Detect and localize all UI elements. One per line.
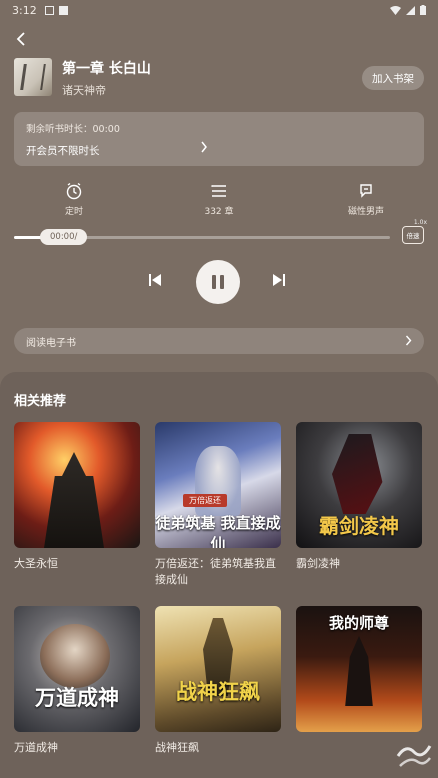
battery-icon (420, 5, 426, 15)
vip-card[interactable]: 剩余听书时长：00:00 开会员不限时长 (14, 112, 424, 166)
progress-time[interactable]: 00:00/ (40, 229, 88, 245)
cover-banner: 万倍返还 (183, 494, 227, 507)
skip-previous-icon (149, 274, 161, 286)
book-cover[interactable] (14, 422, 140, 548)
book-name: 万倍返还：徒弟筑基我直接成仙 (155, 557, 276, 586)
skip-next-icon (273, 274, 285, 286)
watermark-icon (396, 745, 432, 767)
chapter-title: 第一章 长白山 (62, 61, 151, 77)
book-card[interactable]: 大圣永恒 (14, 422, 140, 572)
speed-button[interactable]: 倍速 1.0x (402, 219, 427, 244)
book-header: 第一章 长白山 诸天神帝 加入书架 (14, 58, 424, 98)
book-cover[interactable]: 万道成神 (14, 606, 140, 732)
signal-icon (406, 5, 415, 15)
book-card[interactable]: 万道成神 万道成神 (14, 606, 140, 756)
book-name: 万道成神 (14, 741, 58, 754)
cover-title: 霸剑凌神 (319, 514, 399, 538)
book-card[interactable]: 霸剑凌神 霸剑凌神 (296, 422, 422, 572)
back-button[interactable] (10, 28, 32, 50)
next-button[interactable] (272, 272, 286, 291)
book-cover[interactable]: 霸剑凌神 (296, 422, 422, 548)
chevron-left-icon (16, 32, 25, 46)
player-options: 定时 332 章 磁性男声 (14, 182, 424, 218)
notification-icon (44, 5, 54, 15)
wifi-icon (390, 5, 401, 15)
book-card[interactable]: 我的师尊 (296, 606, 422, 740)
chapters-button[interactable]: 332 章 (189, 182, 249, 217)
cover-title: 我的师尊 (328, 614, 389, 632)
recommendations-title: 相关推荐 (14, 394, 67, 409)
timer-icon (66, 182, 82, 200)
notification-square-icon (58, 5, 68, 15)
previous-button[interactable] (148, 272, 162, 291)
chevron-right-icon (405, 335, 412, 346)
list-icon (211, 185, 226, 197)
voice-button[interactable]: 磁性男声 (336, 182, 396, 217)
open-membership-link[interactable]: 开会员不限时长 (26, 143, 100, 158)
cover-title: 战神狂飙 (176, 679, 260, 704)
book-card[interactable]: 战神狂飙 战神狂飙 (155, 606, 281, 756)
book-cover[interactable]: 万倍返还 徒弟筑基 我直接成仙 (155, 422, 281, 548)
book-cover-thumbnail (14, 58, 52, 96)
recommendations-panel: 相关推荐 大圣永恒 万倍返还 徒弟筑基 我直接成仙 万倍返还：徒弟筑基我直接成仙… (0, 372, 438, 778)
voice-label: 磁性男声 (347, 207, 384, 217)
pause-button[interactable] (196, 260, 240, 304)
timer-label: 定时 (64, 207, 83, 217)
playback-controls (0, 258, 438, 306)
book-name: 大圣永恒 (14, 557, 58, 570)
cover-title: 徒弟筑基 我直接成仙 (155, 514, 281, 548)
speed-value: 1.0x (413, 219, 427, 226)
pause-icon (212, 275, 224, 289)
book-name: 霸剑凌神 (296, 557, 340, 570)
progress-bar[interactable]: 00:00/ 倍速 1.0x (14, 219, 427, 248)
timer-button[interactable]: 定时 (44, 182, 104, 217)
voice-icon (360, 184, 372, 198)
speed-label: 倍速 (406, 232, 420, 240)
add-to-shelf-button[interactable]: 加入书架 (362, 66, 424, 90)
chevron-right-icon (201, 141, 207, 153)
status-time: 3:12 (12, 3, 37, 17)
book-card[interactable]: 万倍返还 徒弟筑基 我直接成仙 万倍返还：徒弟筑基我直接成仙 (155, 422, 281, 588)
book-cover[interactable]: 我的师尊 (296, 606, 422, 732)
read-ebook-button[interactable]: 阅读电子书 (14, 328, 424, 354)
cover-title: 万道成神 (35, 685, 119, 710)
book-name: 战神狂飙 (155, 741, 199, 754)
status-bar: 3:12 (0, 0, 438, 20)
book-cover[interactable]: 战神狂飙 (155, 606, 281, 732)
book-title: 诸天神帝 (62, 84, 106, 97)
chapters-label: 332 章 (204, 207, 234, 217)
remaining-time-label: 剩余听书时长：00:00 (26, 124, 120, 135)
read-ebook-label: 阅读电子书 (26, 338, 76, 349)
